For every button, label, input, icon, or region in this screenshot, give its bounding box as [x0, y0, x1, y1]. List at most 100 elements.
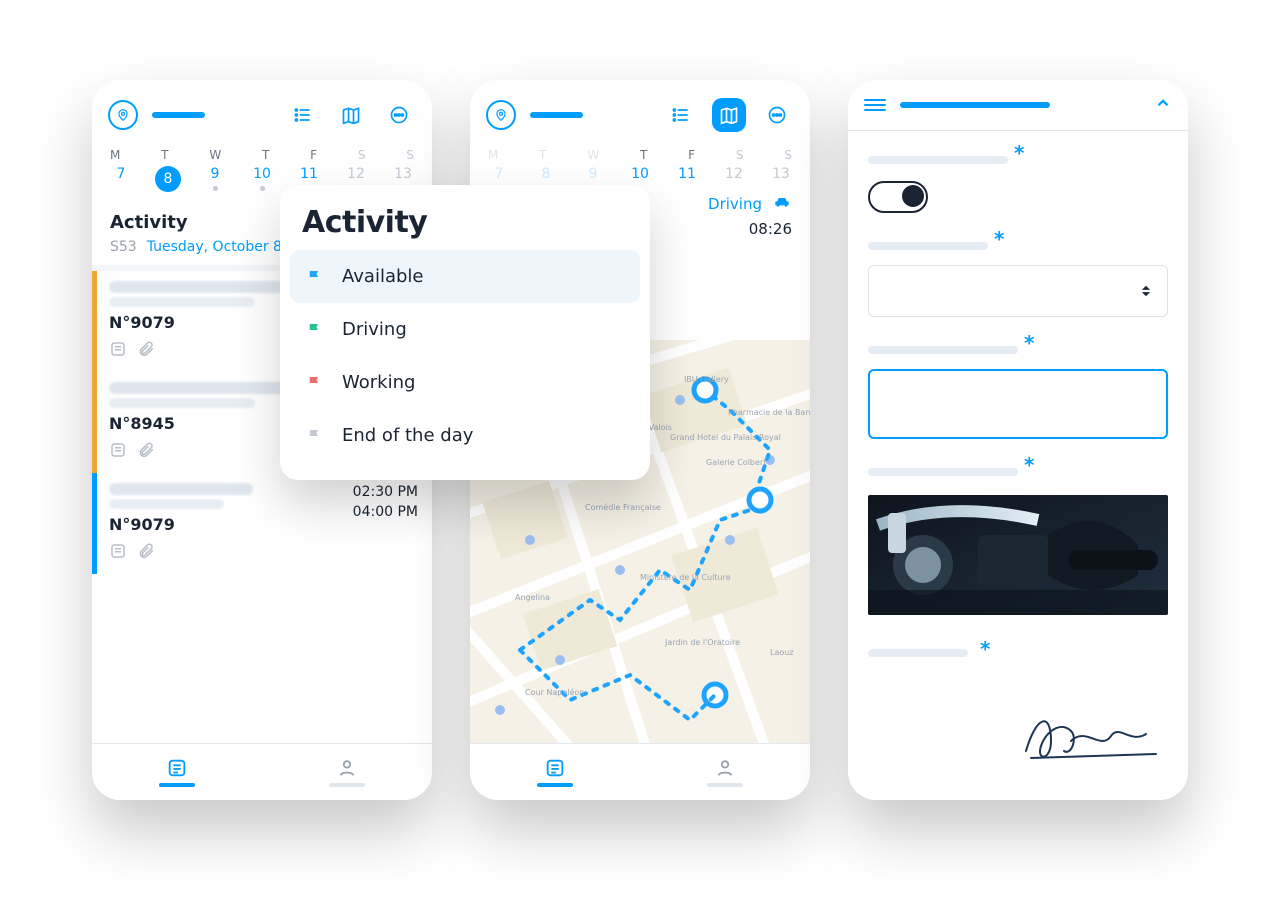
weekday-label: W	[587, 148, 599, 162]
tab-schedule[interactable]	[537, 757, 573, 787]
more-icon[interactable]	[760, 98, 794, 132]
flag-icon	[306, 268, 324, 286]
weekday-label: M	[110, 148, 120, 162]
day-number[interactable]: 12	[719, 166, 749, 182]
svg-text:Pharmacie de la Banque: Pharmacie de la Banque	[728, 408, 810, 417]
note-icon	[109, 441, 127, 463]
task-end-time: 04:00 PM	[353, 503, 418, 523]
note-icon	[109, 340, 127, 362]
option-label: Working	[342, 372, 415, 393]
map-view-icon[interactable]	[334, 98, 368, 132]
more-icon[interactable]	[382, 98, 416, 132]
field-label	[868, 156, 1008, 164]
blurred-text	[109, 499, 224, 509]
tab-schedule[interactable]	[159, 757, 195, 787]
day-number[interactable]: 7	[484, 166, 514, 182]
activity-option[interactable]: Driving	[290, 303, 640, 356]
flag-icon	[306, 374, 324, 392]
svg-text:Grand Hotel du Palais Royal: Grand Hotel du Palais Royal	[670, 433, 781, 442]
chevron-up-icon[interactable]	[1154, 94, 1172, 116]
svg-text:Ministère de la Culture: Ministère de la Culture	[640, 572, 731, 582]
car-icon	[772, 194, 792, 214]
task-item[interactable]: N°9079 02:30 PM 04:00 PM	[92, 473, 432, 574]
activity-option[interactable]: Working	[290, 356, 640, 409]
select-input[interactable]	[868, 265, 1168, 317]
location-icon[interactable]	[486, 100, 516, 130]
weekday-label: S	[736, 148, 744, 162]
weekday-label: F	[310, 148, 317, 162]
required-asterisk: *	[1024, 331, 1034, 355]
weekday-label: S	[358, 148, 366, 162]
option-label: End of the day	[342, 425, 473, 446]
field-label	[868, 649, 968, 657]
flag-icon	[306, 427, 324, 445]
weekday-label: T	[640, 148, 647, 162]
weekday-label: W	[209, 148, 221, 162]
blurred-text	[109, 483, 253, 495]
current-time: 08:26	[749, 220, 792, 238]
attachment-icon	[137, 340, 155, 362]
blurred-text	[109, 398, 255, 408]
attachment-icon	[137, 542, 155, 564]
blurred-text	[109, 382, 292, 394]
option-label: Driving	[342, 319, 407, 340]
weekday-label: S	[784, 148, 792, 162]
svg-text:Cour Napoléon: Cour Napoléon	[525, 687, 584, 697]
weekday-label: M	[488, 148, 498, 162]
screen-title-placeholder	[530, 112, 583, 118]
current-date: Tuesday, October 8	[147, 239, 282, 255]
screen-title-placeholder	[900, 102, 1050, 108]
status-label: Driving	[708, 195, 762, 213]
activity-option[interactable]: End of the day	[290, 409, 640, 462]
weekday-label: T	[161, 148, 168, 162]
svg-text:Comédie Française: Comédie Française	[585, 502, 661, 512]
menu-icon[interactable]	[864, 99, 886, 111]
week-number: S53	[110, 239, 137, 255]
flag-icon	[306, 321, 324, 339]
note-icon	[109, 542, 127, 564]
svg-text:Laouz: Laouz	[770, 648, 794, 657]
day-number[interactable]: 9	[578, 166, 608, 182]
required-asterisk: *	[1024, 453, 1034, 477]
task-start-time: 02:30 PM	[353, 483, 418, 503]
day-number[interactable]: 11	[672, 166, 702, 182]
svg-text:IBU Gallery: IBU Gallery	[684, 375, 729, 384]
image-attachment[interactable]	[868, 495, 1168, 615]
day-number[interactable]: 13	[766, 166, 796, 182]
field-label	[868, 346, 1018, 354]
weekday-label: F	[688, 148, 695, 162]
task-number: N°9079	[109, 515, 349, 534]
svg-text:Angelina: Angelina	[515, 593, 550, 602]
toggle-switch[interactable]	[868, 181, 928, 213]
blurred-text	[109, 281, 292, 293]
attachment-icon	[137, 441, 155, 463]
required-asterisk: *	[980, 637, 990, 661]
location-icon[interactable]	[108, 100, 138, 130]
day-number[interactable]: 10	[625, 166, 655, 182]
svg-text:Galerie Colbert: Galerie Colbert	[706, 458, 766, 467]
field-label	[868, 242, 988, 250]
popover-title: Activity	[302, 205, 628, 240]
list-view-icon[interactable]	[664, 98, 698, 132]
day-number[interactable]: 8	[153, 166, 183, 192]
activity-option[interactable]: Available	[290, 250, 640, 303]
required-asterisk: *	[994, 227, 1004, 251]
field-label	[868, 468, 1018, 476]
weekday-label: S	[406, 148, 414, 162]
day-number[interactable]: 8	[531, 166, 561, 182]
day-number[interactable]: 10	[247, 166, 277, 192]
signature-preview[interactable]	[1016, 706, 1166, 772]
screen-title-placeholder	[152, 112, 205, 118]
weekday-label: T	[262, 148, 269, 162]
blurred-text	[109, 297, 255, 307]
map-view-icon[interactable]	[712, 98, 746, 132]
day-number[interactable]: 9	[200, 166, 230, 192]
tab-profile[interactable]	[707, 757, 743, 787]
weekday-label: T	[539, 148, 546, 162]
required-asterisk: *	[1014, 141, 1024, 165]
option-label: Available	[342, 266, 423, 287]
day-number[interactable]: 7	[106, 166, 136, 192]
tab-profile[interactable]	[329, 757, 365, 787]
textarea-input[interactable]	[868, 369, 1168, 439]
list-view-icon[interactable]	[286, 98, 320, 132]
